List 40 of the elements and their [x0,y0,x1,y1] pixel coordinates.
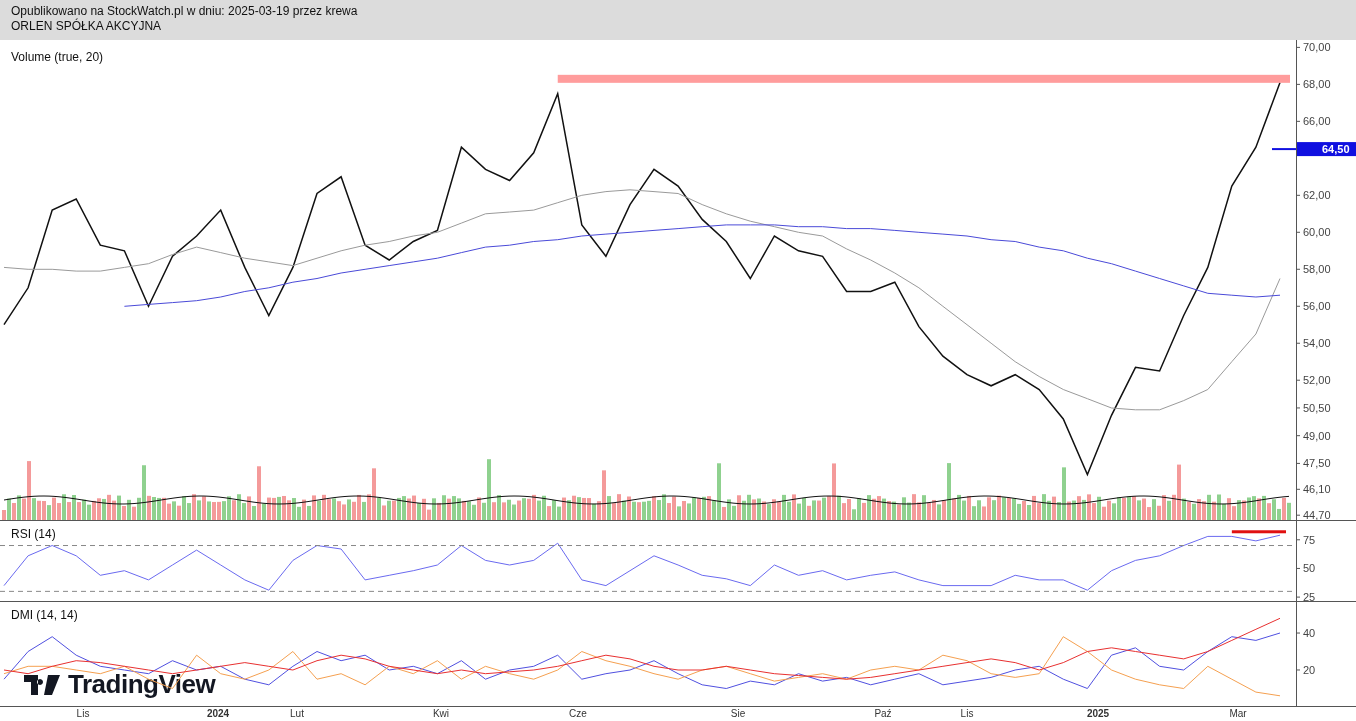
last-price-label: 64,50 [1322,143,1350,156]
axis-tick-label: 46,10 [1303,483,1331,496]
time-axis-label: Sie [730,708,746,719]
axis-tick-label: 68,00 [1303,78,1331,91]
axis-tick-label: 44,70 [1303,509,1331,520]
tradingview-logo: TradingView [68,669,216,700]
axis-tick-label: 50 [1303,562,1316,575]
axis-tick-label: 54,00 [1303,337,1331,350]
instrument-name: ORLEN SPÓŁKA AKCYJNA [11,19,162,34]
time-axis-label: Mar [1229,708,1247,719]
trend-line [1231,530,1286,534]
axis-tick-label: 70,00 [1303,41,1331,54]
time-axis-label: Kwi [432,708,450,719]
time-axis-label: 2025 [1086,708,1110,719]
axis-tick-label: 75 [1303,533,1316,546]
indicator-title: Volume (true, 20) [11,50,104,64]
axis-tick-label: 56,00 [1303,300,1331,313]
price-marker-line [1271,148,1297,151]
axis-tick-label: 49,00 [1303,429,1331,442]
axis-tick-label: 40 [1303,627,1316,640]
axis-tick-label: 58,00 [1303,263,1331,276]
axis-tick-label: 47,50 [1303,457,1331,470]
time-axis-label: Lut [290,708,304,719]
time-axis-label: Cze [569,708,587,719]
axis-tick-label: 25 [1303,591,1316,601]
time-axis-label: Lis [960,708,974,719]
price-label-badge [1297,142,1356,157]
axis-tick-label: 66,00 [1303,115,1331,128]
axis-tick-label: 50,50 [1303,401,1331,414]
published-note: Opublikowano na StockWatch.pl w dniu: 2025-03-19 przez krewa [11,4,358,19]
axis-tick-label: 20 [1303,664,1316,676]
time-axis-label: 2024 [206,708,230,719]
time-axis-label: Lis [76,708,90,719]
indicator-title: DMI (14, 14) [11,608,78,622]
axis-tick-label: 62,00 [1303,189,1331,202]
indicator-title: RSI (14) [11,527,56,541]
tradingview-logo-icon [24,674,60,695]
axis-tick-label: 60,00 [1303,226,1331,239]
axis-tick-label: 52,00 [1303,374,1331,387]
time-axis-label: Paź [874,708,892,719]
